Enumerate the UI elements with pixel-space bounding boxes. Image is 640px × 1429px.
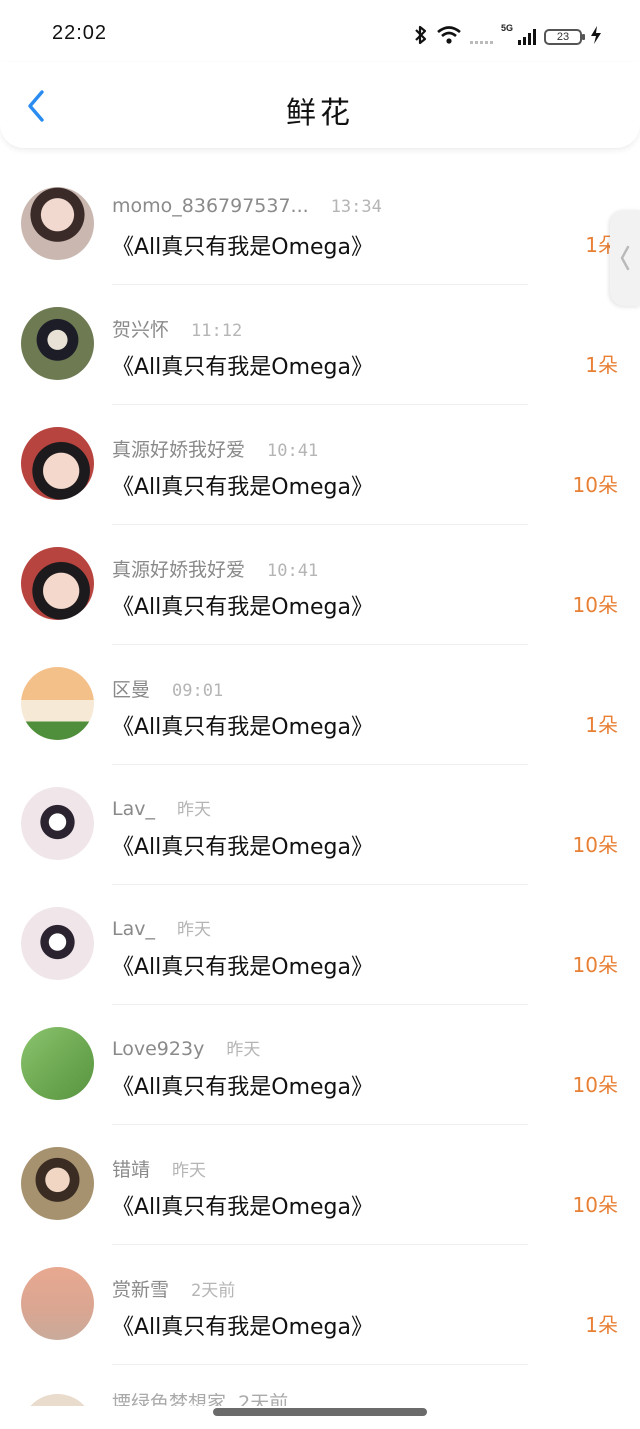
flower-count: 10朵 [572,1073,618,1097]
chevron-left-icon [620,245,630,271]
book-title[interactable]: 《All真只有我是Omega》 [112,1069,373,1101]
network-type: 5G [500,23,513,33]
book-title[interactable]: 《All真只有我是Omega》 [112,1189,373,1221]
timestamp: 10:41 [267,441,319,461]
charging-icon [590,25,602,49]
book-title[interactable]: 《All真只有我是Omega》 [112,949,373,981]
book-title[interactable]: 《All真只有我是Omega》 [112,1309,373,1341]
username[interactable]: 真源好娇我好爱 [112,435,245,462]
nav-header: 鲜花 [0,62,640,149]
avatar[interactable] [21,907,94,980]
list-item[interactable]: 区曼 09:01 《All真只有我是Omega》 1朵 [0,645,640,765]
flower-count: 1朵 [585,713,618,737]
username[interactable]: 贺兴怀 [112,315,169,342]
list-item[interactable]: Love923y 昨天 《All真只有我是Omega》 10朵 [0,1005,640,1125]
timestamp: 昨天 [176,920,211,940]
status-time: 22:02 [52,22,108,44]
username[interactable]: Love923y [112,1038,204,1060]
flower-count: 1朵 [585,353,618,377]
timestamp: 13:34 [330,197,382,217]
username[interactable]: Lav_ [112,798,155,820]
timestamp: 11:12 [191,321,243,341]
avatar[interactable] [21,1027,94,1100]
list-item[interactable]: momo_836797537... 13:34 《All真只有我是Omega》 1… [0,165,640,285]
book-title[interactable]: 《All真只有我是Omega》 [112,229,373,261]
avatar[interactable] [21,307,94,380]
book-title[interactable]: 《All真只有我是Omega》 [112,469,373,501]
flower-count: 10朵 [572,1193,618,1217]
username[interactable]: 错靖 [112,1155,150,1182]
timestamp: 09:01 [172,681,224,701]
flower-count: 10朵 [572,593,618,617]
list-item[interactable]: 错靖 昨天 《All真只有我是Omega》 10朵 [0,1125,640,1245]
avatar[interactable] [21,787,94,860]
cell-signal-icon [518,29,536,45]
side-drawer-handle[interactable] [610,210,640,306]
list-item[interactable]: 真源好娇我好爱 10:41 《All真只有我是Omega》 10朵 [0,525,640,645]
flower-count: 10朵 [572,473,618,497]
flower-gift-list: momo_836797537... 13:34 《All真只有我是Omega》 1… [0,165,640,1365]
list-item[interactable]: 赏新雪 2天前 《All真只有我是Omega》 1朵 [0,1245,640,1365]
avatar[interactable] [21,547,94,620]
timestamp: 昨天 [176,800,211,820]
flower-count: 10朵 [572,833,618,857]
page-title: 鲜花 [286,96,354,131]
book-title[interactable]: 《All真只有我是Omega》 [112,349,373,381]
avatar[interactable] [21,187,94,260]
bluetooth-icon [414,24,428,50]
divider [112,1364,528,1365]
username[interactable]: 堙绿色梦想家 2天前 [112,1388,288,1406]
username[interactable]: 区曼 [112,675,150,702]
avatar[interactable] [21,1147,94,1220]
battery-level: 23 [556,31,570,43]
timestamp: 2天前 [191,1281,236,1301]
avatar[interactable] [21,427,94,500]
book-title[interactable]: 《All真只有我是Omega》 [112,829,373,861]
system-icons: 5G 23 [414,24,602,50]
home-indicator[interactable] [213,1408,427,1416]
username[interactable]: momo_836797537... [112,195,309,217]
signal-dots-icon [469,30,493,44]
flower-count: 1朵 [585,1313,618,1337]
flower-count: 10朵 [572,953,618,977]
wifi-icon [436,25,462,49]
avatar[interactable] [21,1267,94,1340]
book-title[interactable]: 《All真只有我是Omega》 [112,589,373,621]
list-item[interactable]: Lav_ 昨天 《All真只有我是Omega》 10朵 [0,885,640,1005]
list-item[interactable]: 真源好娇我好爱 10:41 《All真只有我是Omega》 10朵 [0,405,640,525]
avatar[interactable] [21,1394,94,1406]
timestamp: 昨天 [226,1040,261,1060]
status-bar: 22:02 5G 23 [0,0,640,70]
username[interactable]: 真源好娇我好爱 [112,555,245,582]
username[interactable]: 赏新雪 [112,1275,169,1302]
avatar[interactable] [21,667,94,740]
username[interactable]: Lav_ [112,918,155,940]
list-item[interactable]: Lav_ 昨天 《All真只有我是Omega》 10朵 [0,765,640,885]
timestamp: 10:41 [267,561,319,581]
battery-indicator: 23 [544,29,585,45]
list-item[interactable]: 贺兴怀 11:12 《All真只有我是Omega》 1朵 [0,285,640,405]
book-title[interactable]: 《All真只有我是Omega》 [112,709,373,741]
timestamp: 昨天 [172,1161,207,1181]
list-item-partial[interactable]: 堙绿色梦想家 2天前 [0,1366,640,1406]
